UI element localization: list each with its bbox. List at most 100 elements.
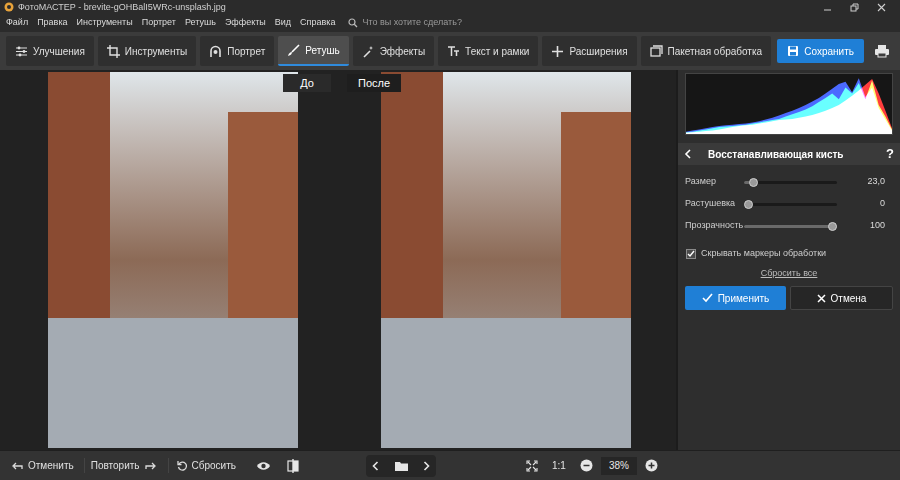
cancel-button[interactable]: Отмена — [790, 286, 893, 310]
tab[interactable]: Эффекты — [353, 36, 434, 66]
window-title: ФотоМАСТЕР - brevite-gOHBalI5WRc-unsplas… — [18, 1, 226, 13]
tab[interactable]: Портрет — [200, 36, 274, 66]
tab[interactable]: Текст и рамки — [438, 36, 538, 66]
check-icon — [702, 293, 713, 303]
toolbar: Улучшения Инструменты ПортретРетушьЭффекты… — [0, 32, 900, 70]
zoom-in-icon[interactable] — [645, 459, 658, 472]
reset-all-link[interactable]: Сбросить все — [761, 267, 818, 281]
panel-title: Восстанавливающая кисть — [708, 147, 844, 162]
tab-label: Инструменты — [125, 44, 187, 59]
tab-icon — [447, 45, 460, 58]
print-icon[interactable] — [872, 44, 892, 58]
hide-markers-checkbox[interactable]: Скрывать маркеры обработки — [678, 247, 900, 261]
tab[interactable]: Инструменты — [98, 36, 196, 66]
save-button[interactable]: Сохранить — [777, 39, 864, 63]
redo-label: Повторить — [91, 458, 140, 473]
menu-item[interactable]: Портрет — [142, 16, 176, 30]
menu-item[interactable]: Ретушь — [185, 16, 216, 30]
reset-label: Сбросить — [192, 458, 236, 473]
slider-list: Размер23,0Растушевка0Прозрачность100 — [678, 165, 900, 237]
cross-icon — [817, 294, 826, 303]
actual-size-button[interactable]: 1:1 — [552, 458, 566, 473]
slider-label: Растушевка — [685, 197, 744, 211]
app-logo-icon — [4, 2, 14, 12]
after-label: После — [347, 74, 401, 92]
tab-icon — [287, 44, 300, 57]
slider-label: Размер — [685, 175, 744, 189]
help-button[interactable]: ? — [886, 144, 894, 164]
prev-icon[interactable] — [372, 461, 379, 471]
tab[interactable]: Расширения — [542, 36, 636, 66]
reset-button[interactable]: Сбросить — [168, 458, 244, 473]
slider-thumb[interactable] — [744, 200, 753, 209]
workspace: ДоПосле Восстанавливающая кисть?Размер23… — [0, 70, 900, 450]
tab-icon — [362, 45, 375, 58]
street — [381, 318, 631, 448]
undo-label: Отменить — [28, 458, 74, 473]
tab-bar: Улучшения Инструменты ПортретРетушьЭффекты… — [6, 36, 771, 66]
apply-button[interactable]: Применить — [685, 286, 786, 310]
panel-header: Восстанавливающая кисть? — [678, 143, 900, 165]
tab[interactable]: Улучшения — [6, 36, 94, 66]
slider-track[interactable] — [744, 225, 837, 228]
minimize-icon[interactable] — [823, 3, 832, 12]
eye-icon[interactable] — [256, 461, 271, 471]
tab-icon — [209, 45, 222, 58]
title-bar: ФотоМАСТЕР - brevite-gOHBalI5WRc-unsplas… — [0, 0, 900, 14]
slider-row: Размер 23,0 — [685, 171, 893, 193]
slider-thumb[interactable] — [828, 222, 837, 231]
search-icon — [348, 18, 358, 28]
compare-icon[interactable] — [287, 459, 299, 473]
redo-button[interactable]: Повторить — [84, 458, 162, 473]
search-box — [348, 16, 502, 30]
street — [48, 318, 298, 448]
tab-icon — [551, 45, 564, 58]
close-icon[interactable] — [877, 3, 886, 12]
save-label: Сохранить — [804, 44, 854, 59]
folder-icon[interactable] — [395, 461, 408, 471]
slider-value: 23,0 — [837, 175, 893, 189]
zoom-level: 38% — [601, 457, 637, 475]
slider-value: 100 — [837, 219, 893, 233]
histogram-chart — [686, 74, 892, 134]
save-icon — [787, 45, 799, 57]
next-icon[interactable] — [423, 461, 430, 471]
slider-thumb[interactable] — [749, 178, 758, 187]
building — [561, 112, 631, 322]
menu-item[interactable]: Файл — [6, 16, 28, 30]
menu-item[interactable]: Инструменты — [77, 16, 133, 30]
batch-button[interactable]: Пакетная обработка — [641, 36, 772, 66]
batch-icon — [650, 45, 663, 58]
tab-icon — [15, 45, 28, 58]
menu-item[interactable]: Эффекты — [225, 16, 266, 30]
menu-item[interactable]: Справка — [300, 16, 335, 30]
back-icon[interactable] — [684, 149, 692, 159]
tab[interactable]: Ретушь — [278, 36, 348, 66]
search-input[interactable] — [362, 16, 502, 30]
zoom-out-icon[interactable] — [580, 459, 593, 472]
before-photo — [48, 72, 298, 448]
checkbox-box[interactable] — [686, 249, 696, 259]
restore-icon[interactable] — [850, 3, 859, 12]
action-buttons: Применить Отмена — [678, 286, 900, 310]
menu-item[interactable]: Правка — [37, 16, 67, 30]
menu-item[interactable]: Вид — [275, 16, 291, 30]
history-controls: Отменить Повторить Сбросить — [0, 458, 366, 473]
app-window: ФотоМАСТЕР - brevite-gOHBalI5WRc-unsplas… — [0, 0, 900, 480]
slider-track[interactable] — [744, 181, 837, 184]
cancel-label: Отмена — [831, 291, 867, 306]
fit-screen-icon[interactable] — [526, 460, 538, 472]
apply-label: Применить — [718, 291, 770, 306]
histogram-series — [686, 78, 892, 134]
tab-icon — [107, 45, 120, 58]
reset-row: Сбросить все — [678, 267, 900, 281]
tab-label: Текст и рамки — [465, 44, 529, 59]
reset-icon — [177, 461, 187, 471]
building — [228, 112, 298, 322]
tab-label: Улучшения — [33, 44, 85, 59]
tool-panel: Восстанавливающая кисть? Размер 23,0 Растуш… — [676, 70, 900, 450]
slider-label: Прозрачность — [685, 219, 744, 233]
undo-button[interactable]: Отменить — [8, 458, 78, 473]
slider-fill — [744, 225, 837, 228]
slider-track[interactable] — [744, 203, 837, 206]
